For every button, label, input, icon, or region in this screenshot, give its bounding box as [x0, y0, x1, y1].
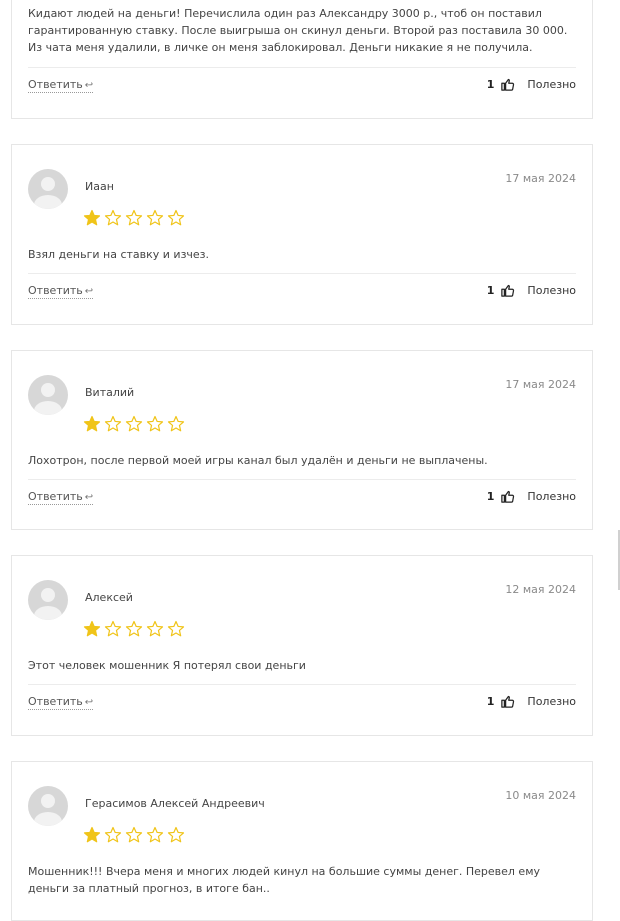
reviewer-name: Алексей [85, 591, 133, 604]
user-avatar-icon [28, 169, 68, 209]
star-empty-icon [125, 826, 143, 843]
reviewer-name: Иаан [85, 180, 114, 193]
rating-stars [83, 826, 185, 844]
review-date: 17 мая 2024 [505, 172, 576, 185]
review-date: 12 мая 2024 [505, 583, 576, 596]
vote-count: 1 [486, 78, 495, 91]
reply-label: Ответить [28, 78, 83, 91]
useful-button[interactable]: Полезно [527, 490, 576, 503]
thumbs-up-icon[interactable] [500, 77, 515, 92]
review-footer: Ответить ↩ 1 Полезно [28, 282, 576, 302]
vote-count: 1 [486, 490, 495, 503]
star-empty-icon [146, 826, 164, 843]
thumbs-up-icon[interactable] [500, 283, 515, 298]
star-empty-icon [104, 826, 122, 843]
rating-stars [83, 209, 185, 227]
star-filled-icon [83, 826, 101, 843]
review-card: Герасимов Алексей Андреевич 10 мая 2024 … [11, 761, 593, 921]
user-avatar-icon [28, 375, 68, 415]
divider [28, 273, 576, 274]
review-text: Этот человек мошенник Я потерял свои ден… [28, 659, 306, 672]
divider [28, 67, 576, 68]
useful-button[interactable]: Полезно [527, 284, 576, 297]
reply-label: Ответить [28, 490, 83, 503]
review-text: Лохотрон, после первой моей игры канал б… [28, 454, 488, 467]
star-empty-icon [104, 620, 122, 637]
star-empty-icon [167, 826, 185, 843]
useful-button[interactable]: Полезно [527, 78, 576, 91]
star-empty-icon [125, 620, 143, 637]
reply-label: Ответить [28, 284, 83, 297]
star-empty-icon [167, 620, 185, 637]
reply-button[interactable]: Ответить ↩ [28, 78, 94, 93]
star-empty-icon [167, 415, 185, 432]
review-text: Кидают людей на деньги! Перечислила один… [28, 7, 568, 54]
reply-button[interactable]: Ответить ↩ [28, 284, 94, 299]
star-empty-icon [146, 415, 164, 432]
review-card: Иаан 17 мая 2024 Взял деньги на ставку и… [11, 144, 593, 325]
review-date: 10 мая 2024 [505, 789, 576, 802]
star-empty-icon [125, 209, 143, 226]
review-footer: Ответить ↩ 1 Полезно [28, 76, 576, 96]
reply-arrow-icon: ↩ [84, 697, 94, 708]
useful-button[interactable]: Полезно [527, 695, 576, 708]
star-filled-icon [83, 209, 101, 226]
review-card: Алексей 12 мая 2024 Этот человек мошенни… [11, 555, 593, 736]
vote-area: 1 Полезно [487, 489, 576, 504]
user-avatar-icon [28, 580, 68, 620]
review-card: Виталий 17 мая 2024 Лохотрон, после перв… [11, 350, 593, 530]
vote-count: 1 [486, 695, 495, 708]
thumbs-up-icon[interactable] [500, 694, 515, 709]
reply-arrow-icon: ↩ [84, 492, 94, 503]
star-empty-icon [104, 415, 122, 432]
review-text: Мошенник!!! Вчера меня и многих людей ки… [28, 865, 541, 895]
vote-count: 1 [486, 284, 495, 297]
review-date: 17 мая 2024 [505, 378, 576, 391]
vote-area: 1 Полезно [487, 694, 576, 709]
star-filled-icon [83, 620, 101, 637]
divider [28, 684, 576, 685]
star-empty-icon [104, 209, 122, 226]
star-empty-icon [146, 620, 164, 637]
vote-area: 1 Полезно [487, 283, 576, 298]
review-card: Кидают людей на деньги! Перечислила один… [11, 0, 593, 119]
reply-arrow-icon: ↩ [84, 286, 94, 297]
star-empty-icon [167, 209, 185, 226]
star-empty-icon [146, 209, 164, 226]
review-text: Взял деньги на ставку и изчез. [28, 248, 210, 261]
reviewer-name: Виталий [85, 386, 135, 399]
review-footer: Ответить ↩ 1 Полезно [28, 488, 576, 508]
review-footer: Ответить ↩ 1 Полезно [28, 693, 576, 713]
reply-label: Ответить [28, 695, 83, 708]
rating-stars [83, 620, 185, 638]
thumbs-up-icon[interactable] [500, 489, 515, 504]
star-empty-icon [125, 415, 143, 432]
vote-area: 1 Полезно [487, 77, 576, 92]
rating-stars [83, 415, 185, 433]
reply-button[interactable]: Ответить ↩ [28, 490, 94, 505]
star-filled-icon [83, 415, 101, 432]
reviewer-name: Герасимов Алексей Андреевич [85, 797, 265, 810]
reply-button[interactable]: Ответить ↩ [28, 695, 94, 710]
user-avatar-icon [28, 786, 68, 826]
divider [28, 479, 576, 480]
reply-arrow-icon: ↩ [84, 80, 94, 91]
